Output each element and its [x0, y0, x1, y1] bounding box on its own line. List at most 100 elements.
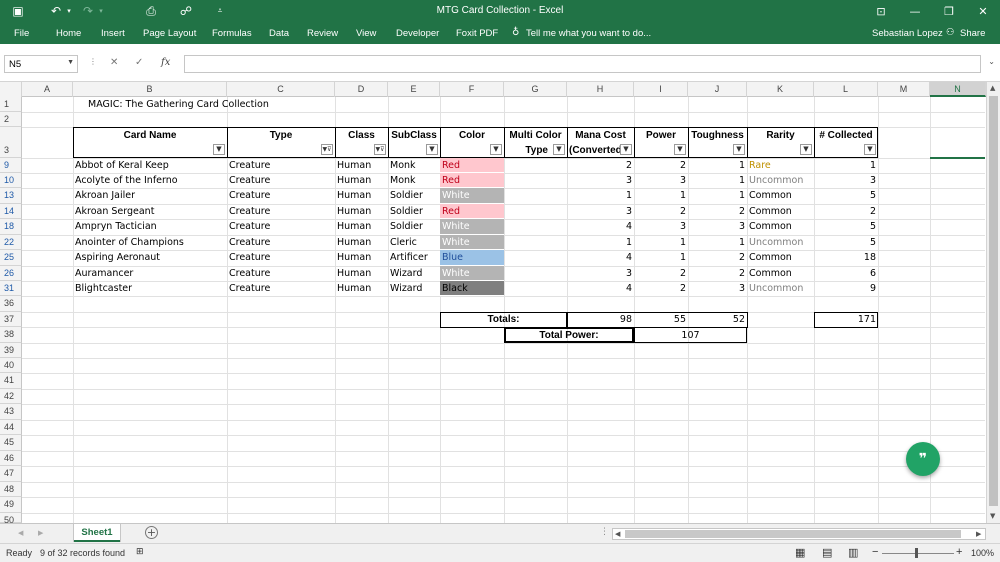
tab-home[interactable]: Home	[56, 28, 81, 39]
card-name-cell[interactable]: Akroan Sergeant	[73, 204, 227, 219]
zoom-slider-thumb[interactable]	[915, 548, 918, 558]
card-collected-cell[interactable]: 5	[814, 235, 878, 250]
total-collected[interactable]: 171	[814, 312, 878, 327]
card-name-cell[interactable]: Ampryn Tactician	[73, 219, 227, 235]
column-header-n[interactable]: N	[930, 82, 986, 97]
macro-record-icon[interactable]: ⊞	[136, 547, 144, 557]
card-toughness-cell[interactable]: 3	[688, 219, 747, 235]
card-color-cell[interactable]: Red	[440, 158, 504, 173]
scroll-left-icon[interactable]: ◀	[615, 530, 620, 538]
tab-split-icon[interactable]: ⋮	[600, 527, 609, 537]
header-multi-color-type[interactable]: Type	[504, 143, 554, 158]
filter-button-color[interactable]: ▼	[490, 144, 502, 155]
card-name-cell[interactable]: Acolyte of the Inferno	[73, 173, 227, 188]
row-header[interactable]: 3	[0, 127, 22, 158]
card-class-cell[interactable]: Human	[335, 235, 388, 250]
card-toughness-cell[interactable]: 1	[688, 173, 747, 188]
row-header[interactable]: 47	[0, 466, 22, 482]
card-rarity-cell[interactable]: Uncommon	[747, 173, 814, 188]
card-mana-cell[interactable]: 4	[567, 219, 634, 235]
select-all-corner[interactable]	[0, 82, 22, 97]
card-subclass-cell[interactable]: Wizard	[388, 266, 440, 281]
filter-button-collected[interactable]: ▼	[864, 144, 876, 155]
scroll-down-icon[interactable]: ▼	[990, 512, 995, 520]
card-mana-cell[interactable]: 1	[567, 188, 634, 204]
card-type-cell[interactable]: Creature	[227, 250, 335, 266]
row-header[interactable]: 10	[0, 173, 22, 188]
share-button[interactable]: Share	[960, 28, 985, 39]
column-header-i[interactable]: I	[634, 82, 688, 97]
header-toughness[interactable]: Toughness	[688, 128, 747, 143]
card-toughness-cell[interactable]: 1	[688, 158, 747, 173]
card-subclass-cell[interactable]: Soldier	[388, 204, 440, 219]
row-header[interactable]: 41	[0, 373, 22, 389]
close-button[interactable]: ✕	[966, 0, 1000, 23]
formula-input[interactable]	[184, 55, 981, 73]
filter-button-card-name[interactable]: ▼	[213, 144, 225, 155]
card-subclass-cell[interactable]: Soldier	[388, 188, 440, 204]
card-rarity-cell[interactable]: Common	[747, 204, 814, 219]
row-header[interactable]: 50	[0, 513, 22, 525]
header-multi-color[interactable]: Multi Color	[504, 128, 567, 143]
total-toughness[interactable]: 52	[688, 312, 747, 327]
totals-label[interactable]: Totals:	[440, 312, 567, 327]
card-collected-cell[interactable]: 5	[814, 188, 878, 204]
quote-comment-icon[interactable]: ❞	[906, 442, 940, 476]
ribbon-display-icon[interactable]: ⊡	[864, 0, 898, 23]
column-header-c[interactable]: C	[227, 82, 335, 97]
expand-formula-icon[interactable]: ⌄	[988, 57, 995, 66]
card-collected-cell[interactable]: 3	[814, 173, 878, 188]
card-color-cell[interactable]: White	[440, 235, 504, 250]
row-header[interactable]: 22	[0, 235, 22, 250]
row-header[interactable]: 25	[0, 250, 22, 266]
user-name[interactable]: Sebastian Lopez	[872, 28, 943, 39]
page-layout-view-icon[interactable]: ▤	[822, 546, 832, 559]
card-power-cell[interactable]: 1	[634, 188, 688, 204]
column-header-b[interactable]: B	[73, 82, 227, 97]
header-collected[interactable]: # Collected	[814, 128, 878, 143]
sheet-tab-sheet1[interactable]: Sheet1	[74, 524, 120, 542]
card-class-cell[interactable]: Human	[335, 173, 388, 188]
card-mana-cell[interactable]: 2	[567, 158, 634, 173]
header-subclass[interactable]: SubClass	[388, 128, 440, 143]
row-header[interactable]: 13	[0, 188, 22, 204]
card-toughness-cell[interactable]: 2	[688, 204, 747, 219]
zoom-slider[interactable]	[882, 553, 954, 554]
row-header[interactable]: 45	[0, 435, 22, 451]
card-rarity-cell[interactable]: Uncommon	[747, 235, 814, 250]
card-toughness-cell[interactable]: 3	[688, 281, 747, 296]
cancel-icon[interactable]: ✕	[110, 57, 118, 68]
card-rarity-cell[interactable]: Common	[747, 250, 814, 266]
horizontal-scroll-thumb[interactable]	[625, 530, 961, 538]
name-box[interactable]: N5 ▼	[4, 55, 78, 73]
card-class-cell[interactable]: Human	[335, 266, 388, 281]
share-icon[interactable]: ⚇	[946, 27, 955, 38]
horizontal-scrollbar[interactable]: ◀ ▶	[612, 528, 986, 540]
add-sheet-icon[interactable]: +	[145, 526, 158, 539]
row-header[interactable]: 39	[0, 343, 22, 358]
total-power-label[interactable]: Total Power:	[504, 328, 634, 343]
card-class-cell[interactable]: Human	[335, 204, 388, 219]
column-header-j[interactable]: J	[688, 82, 747, 97]
card-name-cell[interactable]: Blightcaster	[73, 281, 227, 296]
card-mana-cell[interactable]: 4	[567, 281, 634, 296]
insert-function-icon[interactable]: fx	[161, 57, 170, 68]
header-rarity[interactable]: Rarity	[747, 128, 814, 143]
cell-grid[interactable]: MAGIC: The Gathering Card Collection Car…	[22, 97, 985, 523]
column-header-l[interactable]: L	[814, 82, 878, 97]
maximize-button[interactable]: ❐	[932, 0, 966, 23]
header-mana-converted[interactable]: (Converted	[567, 143, 623, 158]
card-subclass-cell[interactable]: Soldier	[388, 219, 440, 235]
card-color-cell[interactable]: Blue	[440, 250, 504, 266]
card-color-cell[interactable]: White	[440, 219, 504, 235]
card-power-cell[interactable]: 3	[634, 173, 688, 188]
card-name-cell[interactable]: Anointer of Champions	[73, 235, 227, 250]
scroll-right-icon[interactable]: ▶	[976, 530, 981, 538]
customize-toolbar-icon[interactable]: ⩡	[212, 3, 228, 19]
card-class-cell[interactable]: Human	[335, 281, 388, 296]
card-name-cell[interactable]: Aspiring Aeronaut	[73, 250, 227, 266]
row-header[interactable]: 18	[0, 219, 22, 235]
total-mana[interactable]: 98	[567, 312, 634, 327]
enter-icon[interactable]: ✓	[135, 57, 143, 68]
header-mana-cost[interactable]: Mana Cost	[567, 128, 634, 143]
